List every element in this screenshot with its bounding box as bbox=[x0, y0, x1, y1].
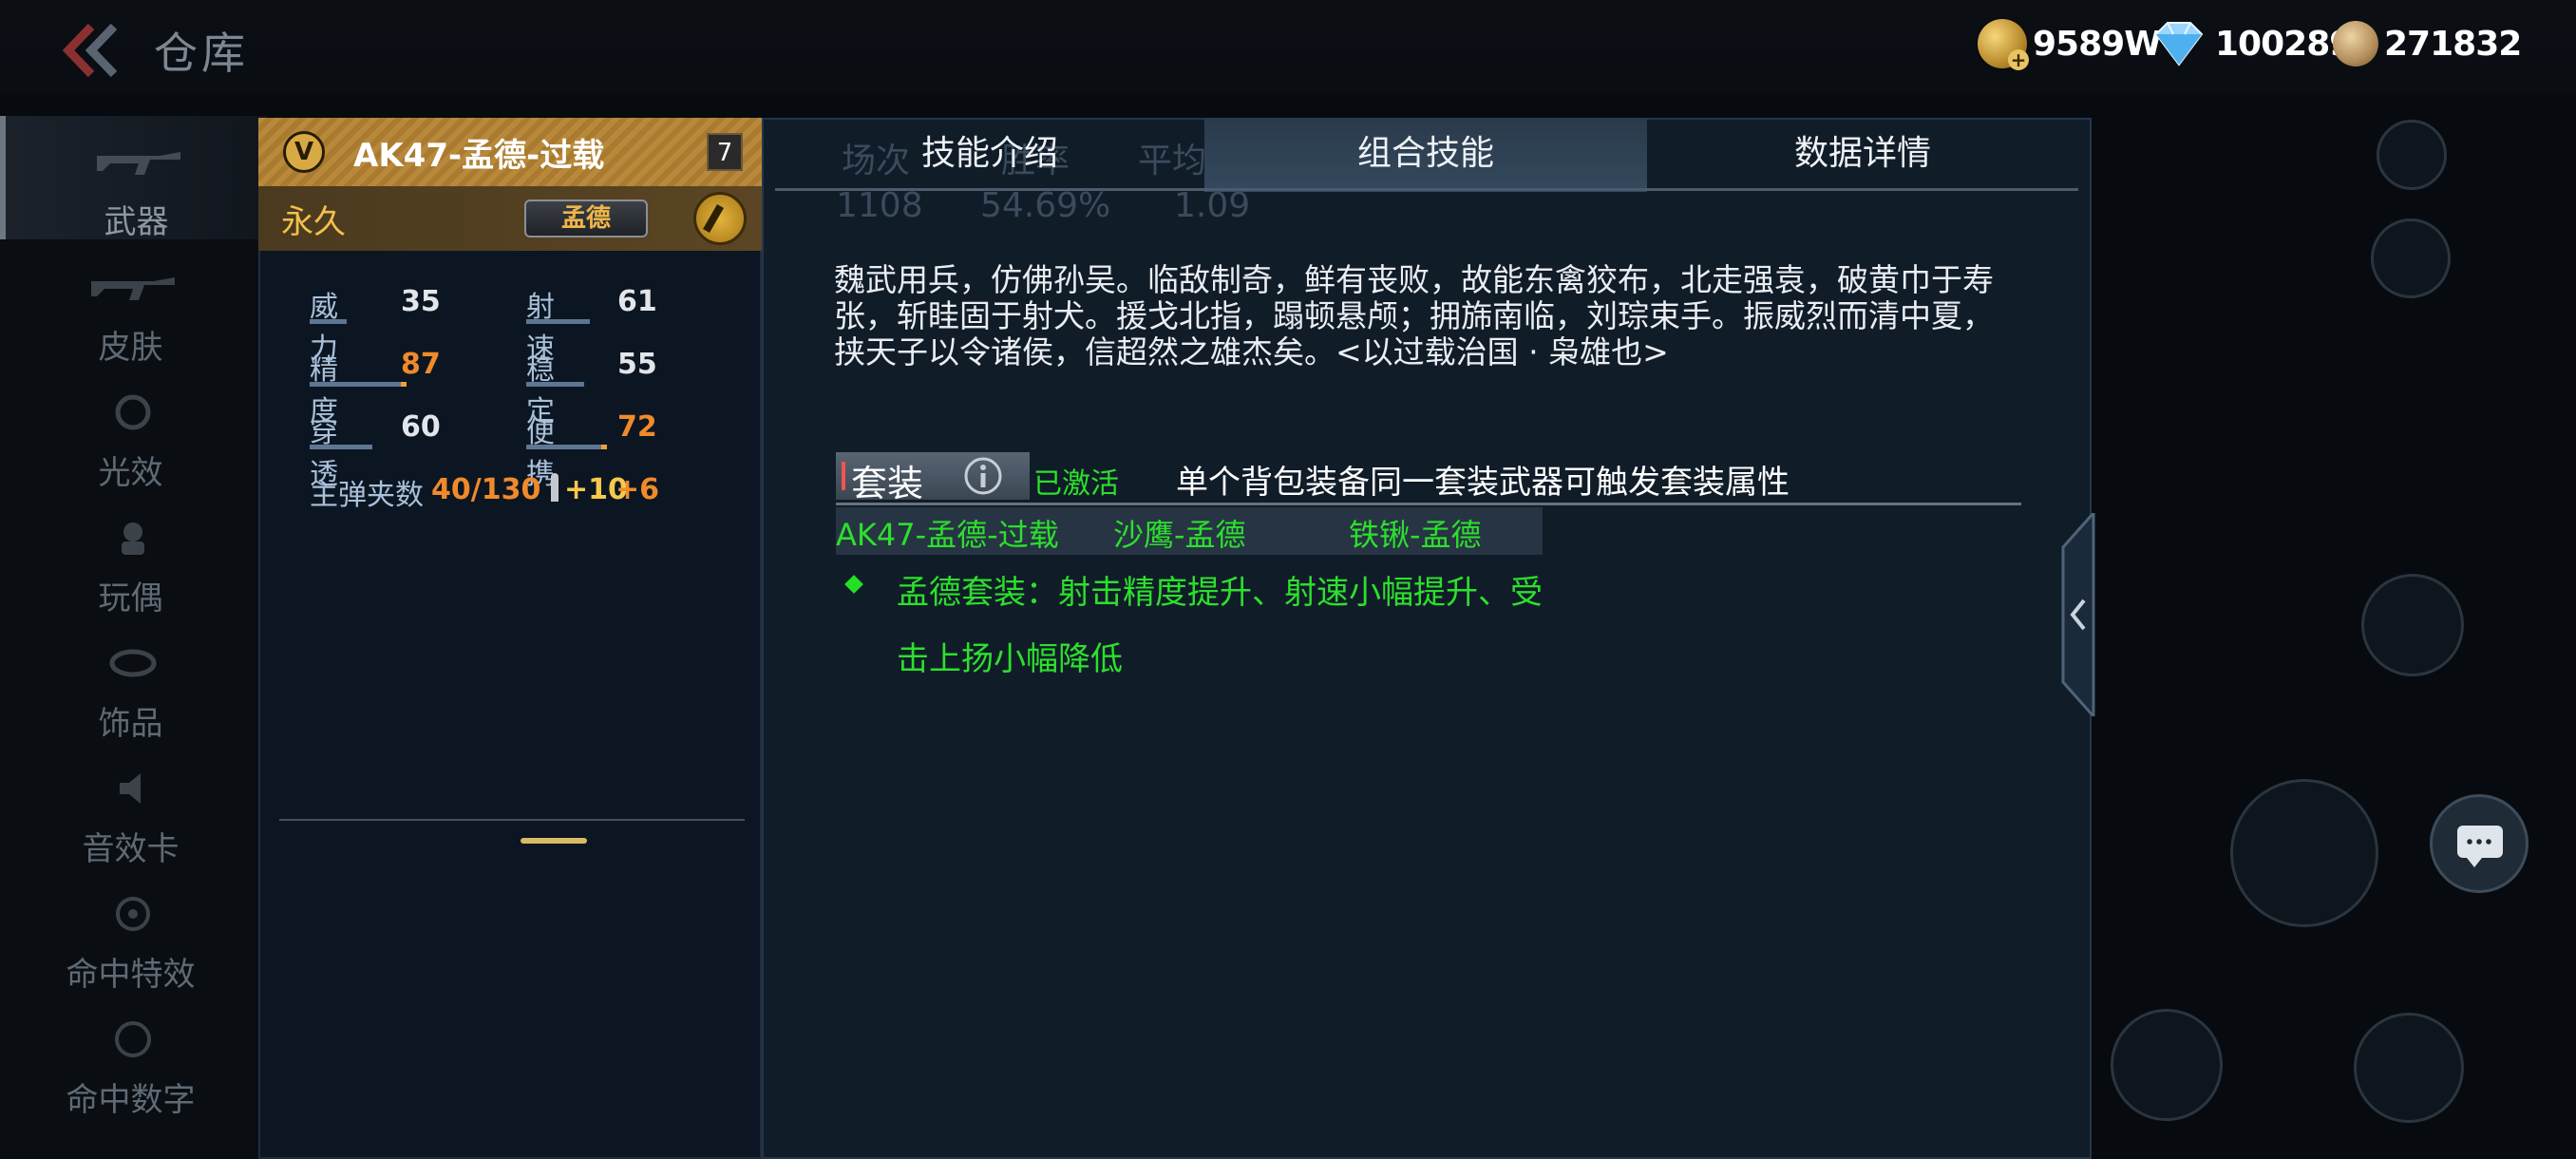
tab-underline bbox=[775, 188, 2078, 191]
stat-bar bbox=[526, 445, 607, 449]
weapon-description: 魏武用兵，仿佛孙吴。临敌制奇，鲜有丧败，故能东禽狡布，北走强袁，破黄巾于寿张，斩… bbox=[834, 261, 1994, 370]
stat-bar bbox=[310, 382, 407, 387]
nav-label: 武器 bbox=[104, 203, 169, 241]
gold-amount: 9589W bbox=[2033, 24, 2162, 64]
chat-button[interactable] bbox=[2430, 794, 2529, 893]
tab-data-details[interactable]: 数据详情 bbox=[1647, 118, 2078, 192]
suit-note: 单个背包装备同一套装武器可触发套装属性 bbox=[1176, 464, 1790, 502]
suit-members: AK47-孟德-过载 沙鹰-孟德 铁锹-孟德 bbox=[836, 507, 1543, 555]
page-title: 仓库 bbox=[154, 28, 249, 79]
suit-effect-line-2: 击上扬小幅降低 bbox=[897, 640, 1123, 678]
stat-bar bbox=[526, 319, 590, 324]
nav-label: 玩偶 bbox=[98, 580, 163, 618]
vip-badge-icon: V bbox=[283, 131, 325, 173]
diamond-currency[interactable]: 100289 bbox=[2149, 17, 2353, 70]
stat-value: 60 bbox=[401, 410, 441, 444]
stat-bar bbox=[310, 319, 347, 324]
rifle-icon bbox=[97, 152, 180, 175]
ornament-icon bbox=[109, 649, 157, 677]
stat-value: 87 bbox=[401, 348, 441, 381]
nav-label: 命中数字 bbox=[66, 1081, 196, 1119]
panel-divider bbox=[279, 819, 745, 821]
nav-item-skin[interactable]: 皮肤 bbox=[0, 241, 261, 367]
stat-value: 61 bbox=[617, 285, 657, 318]
suit-row: 套装 已激活 单个背包装备同一套装武器可触发套装属性 bbox=[836, 452, 2021, 504]
stat-value: 35 bbox=[401, 285, 441, 318]
aim-hud-button[interactable] bbox=[2354, 1013, 2464, 1123]
skin-icon bbox=[91, 277, 175, 300]
weapon-special-icon[interactable] bbox=[693, 192, 747, 245]
medal-icon bbox=[2333, 21, 2378, 66]
suit-button[interactable]: 套装 bbox=[836, 452, 1030, 504]
weapon-duration: 永久 bbox=[281, 203, 346, 241]
nav-item-effect[interactable]: 光效 bbox=[0, 367, 261, 492]
back-button[interactable] bbox=[55, 21, 131, 80]
hit-number-icon bbox=[115, 1021, 151, 1057]
weapon-level: 7 bbox=[707, 133, 743, 171]
swap-hud-button[interactable] bbox=[2111, 1009, 2223, 1121]
category-nav: 武器 皮肤 光效 玩偶 饰品 音效卡 命中特效 命中数字 bbox=[0, 116, 267, 1159]
fire-hud-button[interactable] bbox=[2230, 779, 2378, 927]
nav-label: 饰品 bbox=[98, 705, 163, 743]
stat-bar bbox=[526, 382, 584, 387]
ammo-bonus-2: +6 bbox=[616, 473, 660, 506]
expand-handle[interactable] bbox=[521, 838, 587, 844]
nav-label: 音效卡 bbox=[82, 830, 180, 868]
suit-member[interactable]: 铁锹-孟德 bbox=[1349, 511, 1482, 555]
effect-icon bbox=[115, 394, 151, 430]
gold-currency[interactable]: + 9589W bbox=[1978, 17, 2162, 70]
chat-icon bbox=[2457, 826, 2503, 867]
tab-combo-skill[interactable]: 组合技能 bbox=[1204, 118, 1647, 192]
weapon-info-panel bbox=[258, 118, 762, 1159]
nav-label: 光效 bbox=[98, 454, 163, 492]
stat-bar bbox=[310, 445, 372, 449]
gold-coin-icon: + bbox=[1978, 19, 2029, 70]
first-person-toggle[interactable] bbox=[2371, 218, 2451, 298]
suit-divider bbox=[836, 503, 2021, 505]
suit-member[interactable]: AK47-孟德-过载 bbox=[836, 511, 1059, 555]
ammo-label: 主弹夹数 bbox=[310, 479, 424, 512]
medal-amount: 271832 bbox=[2384, 24, 2522, 64]
suit-effect-line-1: 孟德套装：射击精度提升、射速小幅提升、受 bbox=[897, 574, 1543, 612]
info-icon[interactable] bbox=[963, 456, 1003, 496]
suit-label: 套装 bbox=[851, 463, 924, 504]
diamond-amount: 100289 bbox=[2215, 24, 2353, 64]
suit-tag-badge: 孟德 bbox=[524, 200, 648, 238]
medal-currency[interactable]: 271832 bbox=[2333, 17, 2522, 70]
hit-effect-icon bbox=[116, 897, 150, 931]
nav-label: 皮肤 bbox=[98, 329, 163, 367]
diamond-icon bbox=[2154, 22, 2204, 66]
stat-value: 55 bbox=[617, 348, 657, 381]
collapse-panel-button[interactable] bbox=[2059, 513, 2095, 716]
ghost-value-matches: 1108 bbox=[836, 186, 923, 225]
ammo-value: 40/130 bbox=[431, 473, 541, 506]
bullet-icon bbox=[551, 473, 559, 502]
double-chevron-left-icon bbox=[62, 23, 118, 78]
nav-item-hit-effect[interactable]: 命中特效 bbox=[0, 868, 261, 994]
nav-item-doll[interactable]: 玩偶 bbox=[0, 492, 261, 618]
stat-value: 72 bbox=[617, 410, 657, 444]
ghost-value-winrate: 54.69% bbox=[980, 186, 1111, 225]
tab-skill-intro[interactable]: 技能介绍 bbox=[775, 118, 1204, 192]
nav-item-weapon[interactable]: 武器 bbox=[0, 116, 267, 241]
suit-status: 已激活 bbox=[1033, 467, 1119, 501]
suit-member[interactable]: 沙鹰-孟德 bbox=[1113, 511, 1246, 555]
ghost-value-kda: 1.09 bbox=[1174, 186, 1251, 225]
nav-item-hit-number[interactable]: 命中数字 bbox=[0, 994, 261, 1119]
sound-icon bbox=[120, 773, 141, 804]
weapon-name: AK47-孟德-过载 bbox=[353, 137, 605, 175]
tab-bar: 技能介绍 组合技能 数据详情 bbox=[775, 118, 2078, 192]
doll-icon bbox=[122, 522, 144, 555]
nav-label: 命中特效 bbox=[66, 956, 196, 994]
settings-hud-button[interactable] bbox=[2377, 120, 2447, 190]
jump-hud-button[interactable] bbox=[2361, 574, 2464, 676]
nav-item-sound-card[interactable]: 音效卡 bbox=[0, 743, 261, 868]
nav-item-ornament[interactable]: 饰品 bbox=[0, 618, 261, 743]
